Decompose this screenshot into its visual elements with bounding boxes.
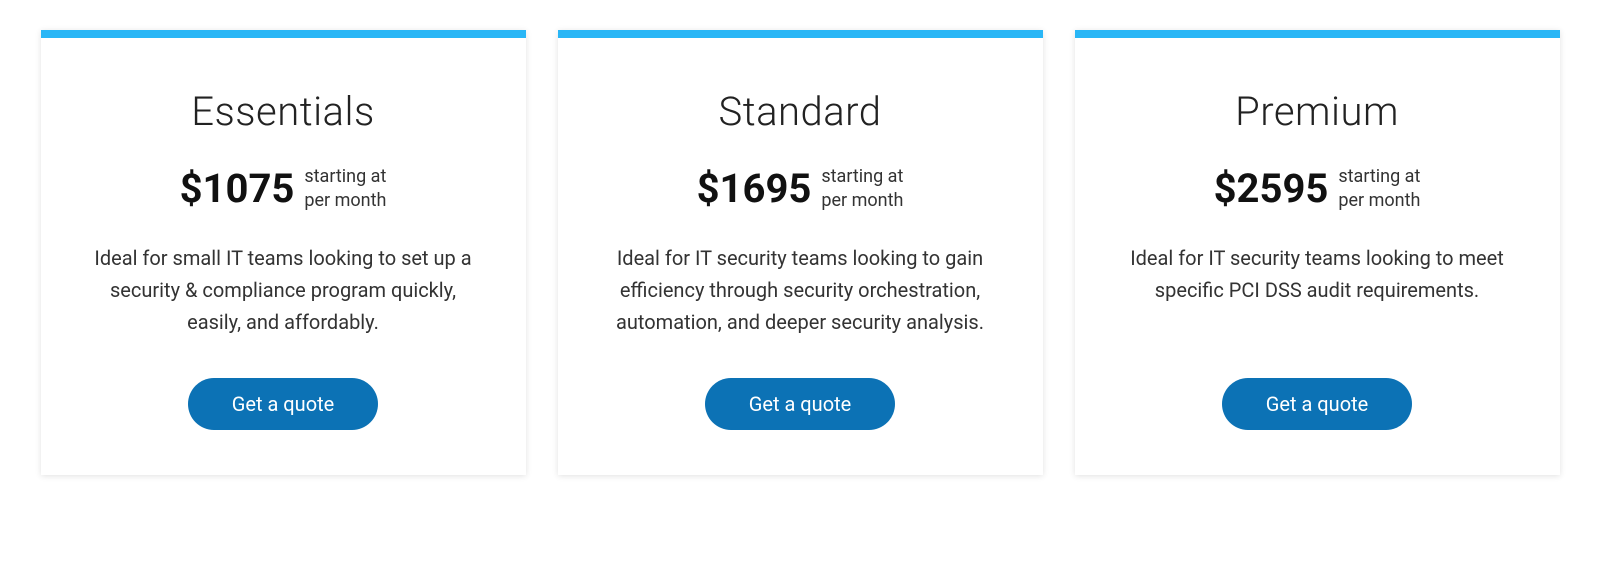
get-quote-button[interactable]: Get a quote [1222,378,1413,430]
price-period: per month [821,189,903,212]
price-row: $1075 starting at per month [180,165,387,212]
price-row: $1695 starting at per month [697,165,904,212]
price-starting: starting at [821,165,903,188]
pricing-card-premium: Premium $2595 starting at per month Idea… [1075,30,1560,475]
plan-description: Ideal for IT security teams looking to m… [1125,242,1510,338]
price-amount: $1695 [697,165,812,212]
plan-description: Ideal for small IT teams looking to set … [91,242,476,338]
price-starting: starting at [304,165,386,188]
price-suffix: starting at per month [304,165,386,212]
plan-title: Premium [1235,88,1399,135]
pricing-container: Essentials $1075 starting at per month I… [40,30,1560,475]
plan-title: Standard [718,88,881,135]
get-quote-button[interactable]: Get a quote [188,378,379,430]
pricing-card-standard: Standard $1695 starting at per month Ide… [558,30,1043,475]
get-quote-button[interactable]: Get a quote [705,378,896,430]
pricing-card-essentials: Essentials $1075 starting at per month I… [41,30,526,475]
price-amount: $1075 [180,165,295,212]
price-row: $2595 starting at per month [1214,165,1421,212]
plan-title: Essentials [191,88,375,135]
price-amount: $2595 [1214,165,1329,212]
price-suffix: starting at per month [821,165,903,212]
price-starting: starting at [1338,165,1420,188]
price-suffix: starting at per month [1338,165,1420,212]
price-period: per month [304,189,386,212]
plan-description: Ideal for IT security teams looking to g… [608,242,993,338]
price-period: per month [1338,189,1420,212]
